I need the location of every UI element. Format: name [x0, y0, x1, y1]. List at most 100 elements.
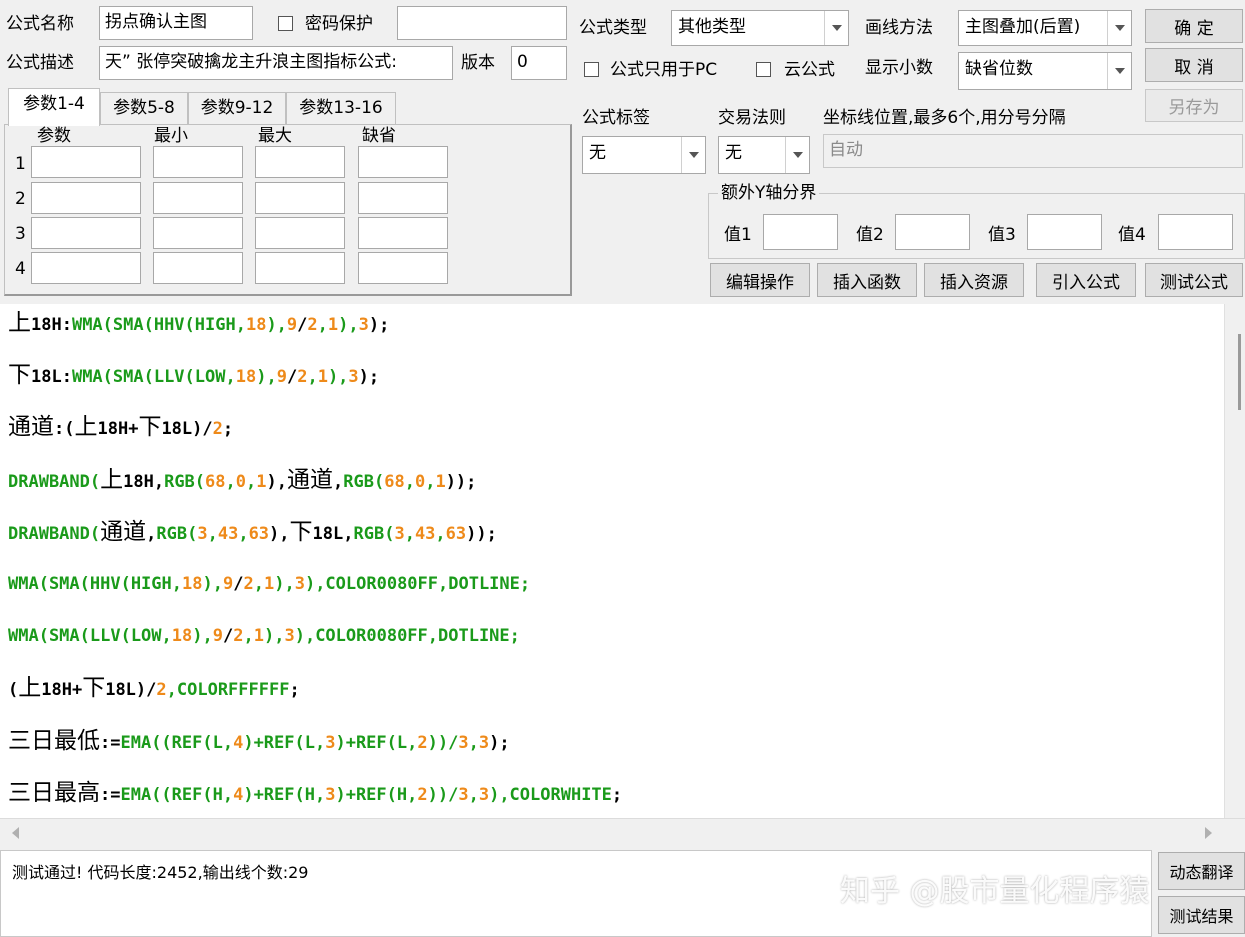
code-token: 下 [8, 362, 31, 389]
param-min-input[interactable] [153, 252, 243, 284]
code-token: ), [327, 367, 349, 388]
ok-button[interactable]: 确 定 [1145, 9, 1243, 43]
code-token: 1 [317, 367, 328, 388]
code-token: , [468, 784, 479, 805]
param-max-input[interactable] [255, 252, 345, 284]
insert-resource-button[interactable]: 插入资源 [924, 263, 1024, 297]
tab-params-9-12[interactable]: 参数9-12 [188, 92, 286, 124]
code-token: / [286, 367, 298, 388]
code-token: , [333, 471, 344, 492]
formula-name-input[interactable]: 拐点确认主图 [99, 6, 253, 40]
code-token: 下 [82, 675, 106, 702]
param-name-input[interactable] [31, 217, 141, 249]
y-value-input[interactable] [895, 214, 970, 250]
param-min-input[interactable] [153, 182, 243, 214]
code-token: 1 [327, 315, 339, 335]
y-value-input[interactable] [1158, 214, 1233, 250]
chevron-down-icon[interactable] [681, 137, 705, 173]
param-max-input[interactable] [255, 182, 345, 214]
horizontal-scrollbar[interactable] [0, 818, 1245, 848]
code-token: ; [289, 680, 300, 701]
test-formula-button[interactable]: 测试公式 [1145, 263, 1243, 297]
pc-only-checkbox[interactable] [584, 62, 599, 77]
password-checkbox[interactable] [278, 16, 293, 31]
code-token: ),COLOR0080FF,DOTLINE; [304, 574, 531, 594]
param-max-input[interactable] [255, 146, 345, 178]
vertical-scrollbar[interactable] [1224, 304, 1245, 818]
cancel-button[interactable]: 取 消 [1145, 48, 1243, 82]
chevron-down-icon[interactable] [1107, 53, 1131, 89]
code-token: , [243, 626, 254, 647]
import-formula-button[interactable]: 引入公式 [1036, 263, 1136, 297]
decimals-select[interactable]: 缺省位数 [958, 52, 1132, 90]
y-axis-group-label: 额外Y轴分界 [718, 182, 820, 204]
param-min-input[interactable] [153, 217, 243, 249]
code-token: 2 [243, 574, 254, 594]
version-label: 版本 [461, 53, 495, 73]
code-token: 18 [245, 315, 267, 335]
param-default-input[interactable] [358, 217, 448, 249]
tab-params-13-16[interactable]: 参数13-16 [286, 92, 396, 124]
code-token: 3 [197, 523, 208, 544]
cloud-label: 云公式 [784, 60, 835, 80]
chevron-down-icon[interactable] [785, 137, 809, 173]
param-name-input[interactable] [31, 146, 141, 178]
description-input[interactable]: 天” 张停突破擒龙主升浪主图指标公式: [99, 46, 453, 80]
insert-function-button[interactable]: 插入函数 [817, 263, 917, 297]
param-max-input[interactable] [255, 217, 345, 249]
axis-input[interactable]: 自动 [823, 134, 1243, 168]
trade-rule-select[interactable]: 无 [718, 136, 810, 174]
formula-type-select[interactable]: 其他类型 [671, 10, 849, 46]
code-token: 3 [458, 784, 469, 805]
code-token: ), [274, 574, 295, 594]
code-editor[interactable]: 上18H:WMA(SMA(HHV(HIGH,18),9/2,1),3); 下18L… [0, 304, 1224, 818]
code-line: 通道:(上18H+下18L)/2; [8, 414, 233, 442]
test-result-button[interactable]: 测试结果 [1158, 896, 1245, 934]
param-default-input[interactable] [358, 182, 448, 214]
edit-operation-button[interactable]: 编辑操作 [710, 263, 810, 297]
code-token: 3 [394, 523, 405, 544]
code-token: ))/ [427, 784, 459, 805]
code-line: 上18H:WMA(SMA(HHV(HIGH,18),9/2,1),3); [8, 310, 389, 338]
password-input[interactable] [397, 6, 567, 40]
draw-method-select[interactable]: 主图叠加(后置) [958, 10, 1132, 46]
scroll-thumb[interactable] [1238, 334, 1241, 410]
y-value-label: 值1 [724, 225, 752, 245]
version-input[interactable]: 0 [511, 46, 567, 80]
code-token: 1 [253, 626, 264, 647]
y-value-input[interactable] [763, 214, 838, 250]
chevron-down-icon[interactable] [824, 11, 848, 45]
param-name-input[interactable] [31, 252, 141, 284]
chevron-down-icon[interactable] [1107, 11, 1131, 45]
tab-params-1-4[interactable]: 参数1-4 [8, 88, 100, 126]
code-token: 1 [256, 471, 267, 492]
cloud-checkbox[interactable] [756, 62, 771, 77]
tag-select[interactable]: 无 [582, 136, 706, 174]
code-token: 三日最低 [8, 727, 100, 754]
y-value-input[interactable] [1027, 214, 1102, 250]
code-token: := [100, 732, 121, 753]
axis-label: 坐标线位置,最多6个,用分号分隔 [823, 108, 1066, 128]
code-token: , [435, 523, 446, 544]
tab-params-5-8[interactable]: 参数5-8 [100, 92, 188, 124]
code-token: 通道 [100, 518, 147, 545]
code-token: WMA(SMA(HHV(HIGH, [8, 574, 182, 594]
param-default-input[interactable] [358, 252, 448, 284]
code-token: 68 [205, 471, 226, 492]
code-token: , [317, 315, 328, 335]
code-token: ), [266, 315, 287, 335]
scroll-left-icon[interactable] [12, 827, 19, 839]
code-token: , [307, 367, 318, 388]
scroll-right-icon[interactable] [1205, 827, 1212, 839]
code-token: RGB( [164, 471, 206, 492]
code-token: 2 [417, 784, 428, 805]
code-token: WMA(SMA(LLV(LOW, [8, 626, 172, 647]
save-as-button[interactable]: 另存为 [1145, 89, 1243, 122]
param-default-input[interactable] [358, 146, 448, 178]
code-token: , [404, 523, 415, 544]
description-label: 公式描述 [6, 53, 74, 73]
param-min-input[interactable] [153, 146, 243, 178]
param-name-input[interactable] [31, 182, 141, 214]
code-token: 3 [458, 732, 469, 753]
dynamic-translate-button[interactable]: 动态翻译 [1158, 852, 1245, 890]
